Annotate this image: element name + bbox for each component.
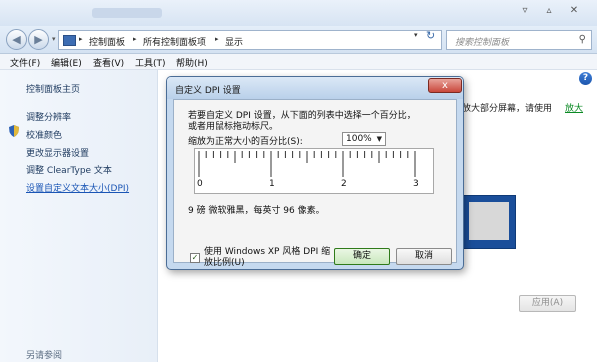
see-also-heading: 另请参阅 [26, 351, 63, 361]
scale-percentage-select[interactable]: 100% ▼ [342, 132, 386, 146]
xp-style-checkbox[interactable]: ✓ [190, 253, 200, 263]
help-icon[interactable]: ? [579, 72, 592, 85]
ruler-label: 2 [341, 179, 347, 189]
main-description-text: 放大部分屏幕，请使用 [462, 104, 553, 114]
breadcrumb-separator-icon[interactable]: ▸ [79, 35, 83, 43]
address-dropdown-icon[interactable]: ▾ [414, 31, 418, 39]
sidebar-item-resolution[interactable]: 调整分辨率 [26, 110, 71, 123]
sidebar-item-home[interactable]: 控制面板主页 [26, 82, 80, 95]
custom-dpi-dialog: 自定义 DPI 设置 x 若要自定义 DPI 设置，从下面的列表中选择一个百分比… [166, 76, 464, 270]
magnifier-link[interactable]: 放大 [565, 101, 583, 114]
control-panel-icon [63, 35, 76, 46]
search-icon[interactable]: ⚲ [579, 34, 586, 45]
dpi-ruler[interactable]: 0 1 2 3 [194, 148, 434, 194]
refresh-icon[interactable]: ↻ [426, 29, 435, 42]
left-pane [0, 70, 158, 362]
ruler-label: 3 [413, 179, 419, 189]
forward-arrow-icon[interactable]: ▶ [28, 29, 49, 50]
menu-view[interactable]: 查看(V) [93, 56, 124, 69]
monitor-preview-icon [462, 195, 516, 249]
dialog-instruction-line2: 或者用鼠标拖动标尺。 [188, 122, 279, 132]
maximize-icon[interactable]: ▵ [540, 4, 558, 18]
monitor-preview-screen [469, 202, 509, 240]
navigation-bar: ◀ ▶ ▾ ▸ 控制面板 ▸ 所有控制面板项 ▸ 显示 ▾ ↻ 搜索控制面板 ⚲ [0, 26, 597, 54]
sidebar-item-calibrate-color[interactable]: 校准颜色 [26, 128, 62, 141]
menu-file[interactable]: 文件(F) [10, 56, 40, 69]
dialog-titlebar[interactable]: 自定义 DPI 设置 x [167, 77, 463, 99]
menu-help[interactable]: 帮助(H) [176, 56, 208, 69]
dialog-title: 自定义 DPI 设置 [175, 86, 241, 96]
ruler-ticks [198, 151, 416, 177]
menu-bar: 文件(F) 编辑(E) 查看(V) 工具(T) 帮助(H) [0, 54, 597, 70]
breadcrumb-display[interactable]: 显示 [225, 35, 243, 48]
window-titlebar: ▿ ▵ ✕ [0, 0, 597, 26]
breadcrumb-all-items[interactable]: 所有控制面板项 [143, 35, 206, 48]
breadcrumb-separator-icon[interactable]: ▸ [133, 35, 137, 43]
font-info-text: 9 磅 微软雅黑，每英寸 96 像素。 [188, 206, 325, 216]
scale-value: 100% [346, 134, 372, 144]
menu-tools[interactable]: 工具(T) [135, 56, 166, 69]
close-window-icon[interactable]: ✕ [565, 4, 583, 18]
back-arrow-icon[interactable]: ◀ [6, 29, 27, 50]
breadcrumb-separator-icon[interactable]: ▸ [215, 35, 219, 43]
address-bar[interactable]: ▸ 控制面板 ▸ 所有控制面板项 ▸ 显示 [58, 30, 442, 50]
dialog-close-button[interactable]: x [428, 78, 462, 93]
sidebar-item-display-settings[interactable]: 更改显示器设置 [26, 146, 89, 159]
ruler-label: 0 [197, 179, 203, 189]
sidebar-item-cleartype[interactable]: 调整 ClearType 文本 [26, 163, 112, 176]
menu-edit[interactable]: 编辑(E) [51, 56, 82, 69]
cancel-button[interactable]: 取消 [396, 248, 452, 265]
sidebar-item-custom-dpi[interactable]: 设置自定义文本大小(DPI) [26, 181, 129, 194]
minimize-icon[interactable]: ▿ [516, 4, 534, 18]
breadcrumb-control-panel[interactable]: 控制面板 [89, 35, 125, 48]
recent-pages-dropdown-icon[interactable]: ▾ [52, 35, 56, 43]
shield-icon [9, 125, 19, 137]
window-title-blurred [92, 8, 162, 18]
search-input[interactable]: 搜索控制面板 ⚲ [446, 30, 592, 50]
ruler-label: 1 [269, 179, 275, 189]
ok-button[interactable]: 确定 [334, 248, 390, 265]
apply-button[interactable]: 应用(A) [519, 295, 576, 312]
search-placeholder: 搜索控制面板 [455, 38, 510, 48]
scale-label: 缩放为正常大小的百分比(S): [188, 137, 303, 147]
dialog-body: 若要自定义 DPI 设置，从下面的列表中选择一个百分比， 或者用鼠标拖动标尺。 … [173, 99, 457, 268]
chevron-down-icon[interactable]: ▼ [377, 135, 382, 143]
checkbox-label-line2[interactable]: 放比例(U) [204, 255, 245, 268]
